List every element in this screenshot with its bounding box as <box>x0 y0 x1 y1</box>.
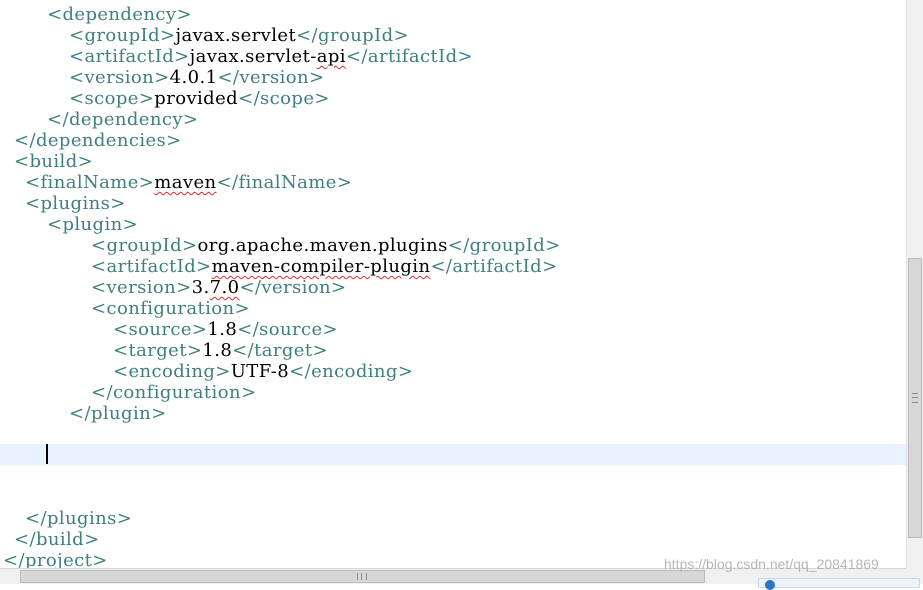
xml-tag: </scope> <box>238 88 330 109</box>
xml-tag: <scope> <box>69 88 155 109</box>
xml-tag: <artifactId> <box>91 256 212 277</box>
code-line: <plugins> <box>25 193 126 214</box>
xml-text: 1.8 <box>202 340 233 361</box>
xml-tag: </build> <box>14 529 100 550</box>
xml-text: 7.0 <box>209 277 240 298</box>
status-chip[interactable] <box>758 578 920 590</box>
xml-text: 3. <box>191 277 210 298</box>
code-line: <dependency> <box>47 4 192 25</box>
xml-tag: </groupId> <box>296 25 410 46</box>
xml-tag: </artifactId> <box>345 46 474 67</box>
xml-tag: </target> <box>232 340 328 361</box>
xml-tag: </finalName> <box>216 172 353 193</box>
xml-tag: <groupId> <box>91 235 198 256</box>
xml-tag: <dependency> <box>47 4 192 25</box>
xml-tag: </encoding> <box>289 361 414 382</box>
xml-text: provided <box>154 88 239 109</box>
xml-tag: <source> <box>113 319 208 340</box>
xml-tag: </configuration> <box>91 382 257 403</box>
code-line: <source>1.8</source> <box>113 319 338 340</box>
status-icon <box>765 580 775 590</box>
xml-text: javax.servlet- <box>189 46 317 67</box>
xml-text: maven <box>154 172 217 193</box>
code-line: <groupId>javax.servlet</groupId> <box>69 25 409 46</box>
code-line: <plugin> <box>47 214 138 235</box>
xml-tag: </project> <box>3 550 108 568</box>
xml-tag: <groupId> <box>69 25 176 46</box>
watermark: https://blog.csdn.net/qq_20841869 <box>664 556 879 572</box>
xml-tag: <version> <box>69 67 170 88</box>
code-line: <artifactId>javax.servlet-api</artifactI… <box>69 46 473 67</box>
xml-tag: </plugin> <box>69 403 167 424</box>
code-line: </configuration> <box>91 382 256 403</box>
text-caret <box>46 444 48 464</box>
xml-tag: <finalName> <box>25 172 155 193</box>
xml-tag: </plugins> <box>25 508 133 529</box>
xml-tag: <plugins> <box>25 193 126 214</box>
xml-text: javax.servlet <box>175 25 297 46</box>
code-line: </dependencies> <box>14 130 182 151</box>
code-line: </plugin> <box>69 403 167 424</box>
xml-text: 4.0.1 <box>169 67 218 88</box>
grip-icon <box>357 573 367 580</box>
code-line: <configuration> <box>91 298 250 319</box>
code-line: </project> <box>3 550 108 568</box>
xml-tag: <build> <box>14 151 94 172</box>
xml-tag: <configuration> <box>91 298 250 319</box>
xml-tag: </source> <box>237 319 339 340</box>
xml-tag: <version> <box>91 277 192 298</box>
code-line: <encoding>UTF-8</encoding> <box>113 361 413 382</box>
xml-text: 1.8 <box>207 319 238 340</box>
xml-tag: </artifactId> <box>430 256 558 277</box>
xml-tag: <plugin> <box>47 214 139 235</box>
xml-tag: <encoding> <box>113 361 231 382</box>
xml-text: org.apache.maven.plugins <box>197 235 448 256</box>
code-line: </plugins> <box>25 508 132 529</box>
xml-text: api <box>316 46 346 67</box>
vertical-scrollbar[interactable] <box>906 0 923 568</box>
xml-tag: </dependency> <box>47 109 199 130</box>
grip-icon <box>912 393 918 403</box>
horizontal-scrollbar-thumb[interactable] <box>20 570 705 583</box>
xml-tag: </groupId> <box>447 235 561 256</box>
code-line: <version>4.0.1</version> <box>69 67 325 88</box>
code-line: <target>1.8</target> <box>113 340 328 361</box>
code-line: <groupId>org.apache.maven.plugins</group… <box>91 235 561 256</box>
code-line: </dependency> <box>47 109 198 130</box>
code-line: <scope>provided</scope> <box>69 88 330 109</box>
xml-tag: </version> <box>217 67 325 88</box>
xml-tag: <artifactId> <box>69 46 190 67</box>
code-editor[interactable]: <dependency> <groupId>javax.servlet</grou… <box>0 0 906 568</box>
xml-tag: </version> <box>239 277 347 298</box>
xml-tag: <target> <box>113 340 203 361</box>
xml-tag: </dependencies> <box>14 130 182 151</box>
vertical-scrollbar-thumb[interactable] <box>908 258 922 538</box>
code-line: <build> <box>14 151 93 172</box>
current-line-highlight <box>0 444 906 465</box>
xml-text: UTF-8 <box>230 361 290 382</box>
xml-text: maven-compiler-plugin <box>211 256 431 277</box>
code-line: <finalName>maven</finalName> <box>25 172 352 193</box>
code-line: </build> <box>14 529 100 550</box>
code-line: <artifactId>maven-compiler-plugin</artif… <box>91 256 558 277</box>
code-line: <version>3.7.0</version> <box>91 277 347 298</box>
